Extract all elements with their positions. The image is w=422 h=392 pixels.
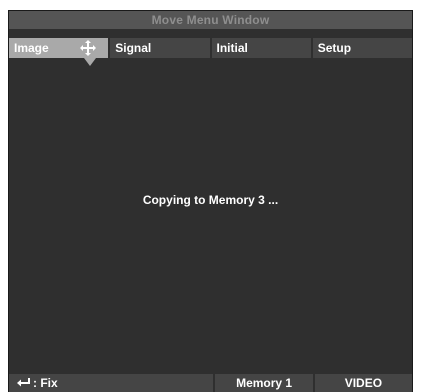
- fix-hint: : Fix: [9, 374, 214, 392]
- enter-key-icon: [17, 377, 30, 387]
- status-bar: : Fix Memory 1 VIDEO: [9, 374, 412, 392]
- tab-signal[interactable]: Signal: [110, 38, 210, 58]
- input-source-indicator: VIDEO: [314, 374, 412, 392]
- window-title: Move Menu Window: [9, 11, 412, 29]
- menu-tabs: Image Signal Initial Setup: [9, 38, 412, 58]
- status-message: Copying to Memory 3 ...: [142, 193, 279, 207]
- tab-image[interactable]: Image: [9, 38, 109, 58]
- tab-setup[interactable]: Setup: [312, 38, 412, 58]
- memory-indicator: Memory 1: [215, 374, 313, 392]
- osd-menu-window: Move Menu Window Image Signal Initial Se…: [8, 10, 413, 392]
- fix-label: : Fix: [33, 376, 58, 390]
- tab-image-label: Image: [14, 41, 49, 55]
- active-tab-pointer: [84, 58, 96, 66]
- tab-initial[interactable]: Initial: [211, 38, 311, 58]
- tab-signal-label: Signal: [115, 41, 152, 55]
- move-arrows-icon: [80, 40, 97, 56]
- tab-initial-label: Initial: [216, 41, 248, 55]
- tab-setup-label: Setup: [317, 41, 352, 55]
